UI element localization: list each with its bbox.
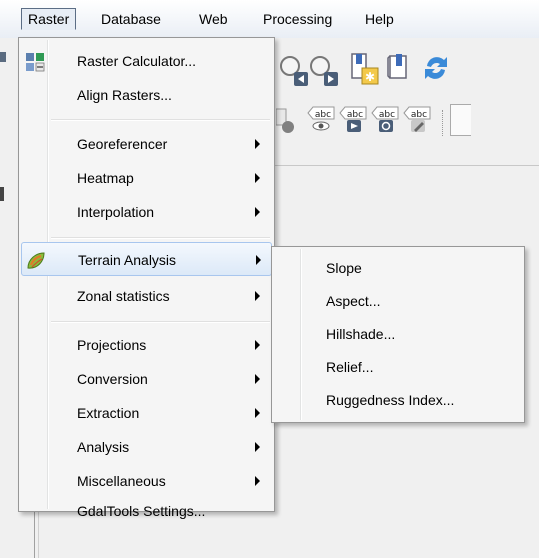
svg-text:abc: abc xyxy=(379,110,395,120)
menu-item-extraction[interactable]: Extraction xyxy=(21,396,272,430)
terrain-analysis-submenu: Slope Aspect... Hillshade... Relief... R… xyxy=(271,246,525,423)
menu-item-label: Align Rasters... xyxy=(77,87,172,103)
menu-item-label: Conversion xyxy=(77,371,148,387)
menu-web[interactable]: Web xyxy=(193,8,234,30)
menu-separator xyxy=(51,119,270,121)
menu-item-raster-calculator[interactable]: Raster Calculator... xyxy=(21,44,272,78)
raster-menu: Raster Calculator... Align Rasters... Ge… xyxy=(18,37,275,519)
submenu-arrow-icon xyxy=(255,340,260,350)
submenu-arrow-icon xyxy=(256,255,261,265)
menu-item-label: Zonal statistics xyxy=(77,288,170,304)
submenu-item-slope[interactable]: Slope xyxy=(274,251,522,285)
menu-raster[interactable]: Raster xyxy=(21,8,77,30)
menu-item-label: Projections xyxy=(77,337,147,353)
menu-item-zonal-statistics[interactable]: Zonal statistics xyxy=(21,279,272,313)
raster-calculator-icon xyxy=(26,53,45,72)
menu-processing[interactable]: Processing xyxy=(257,8,338,30)
menu-item-label: Miscellaneous xyxy=(77,473,166,489)
menu-item-align-rasters[interactable]: Align Rasters... xyxy=(21,78,272,112)
submenu-item-label: Aspect... xyxy=(326,293,381,309)
submenu-item-label: Ruggedness Index... xyxy=(326,392,455,408)
menu-separator xyxy=(51,321,270,323)
submenu-item-label: Slope xyxy=(326,260,362,276)
menu-item-label: GdalTools Settings... xyxy=(77,503,206,519)
submenu-item-hillshade[interactable]: Hillshade... xyxy=(274,317,522,351)
menu-item-label: Extraction xyxy=(77,405,140,421)
show-hide-labels-icon[interactable]: abc xyxy=(306,104,336,136)
toolbar-separator xyxy=(442,110,444,136)
menu-help[interactable]: Help xyxy=(359,8,400,30)
menu-item-label: Terrain Analysis xyxy=(78,252,177,268)
rotate-label-icon[interactable]: abc xyxy=(370,104,400,136)
submenu-arrow-icon xyxy=(255,374,260,384)
menu-item-label: Georeferencer xyxy=(77,136,168,152)
toolbar-partial-icon xyxy=(450,104,471,136)
submenu-item-ruggedness-index[interactable]: Ruggedness Index... xyxy=(274,383,522,417)
submenu-item-label: Hillshade... xyxy=(326,326,396,342)
move-label-icon[interactable]: abc xyxy=(338,104,368,136)
svg-text:abc: abc xyxy=(411,110,427,120)
menu-item-projections[interactable]: Projections xyxy=(21,328,272,362)
toolbar-bottom-divider xyxy=(268,165,539,166)
refresh-icon[interactable] xyxy=(420,52,452,84)
new-bookmark-icon[interactable]: ✱ xyxy=(348,52,380,86)
menu-database[interactable]: Database xyxy=(95,8,167,30)
menu-item-gdaltools-settings[interactable]: GdalTools Settings... xyxy=(21,496,272,519)
menu-item-terrain-analysis[interactable]: Terrain Analysis xyxy=(21,242,272,276)
svg-text:abc: abc xyxy=(347,110,363,120)
submenu-arrow-icon xyxy=(255,476,260,486)
change-label-icon[interactable]: abc xyxy=(402,104,432,136)
submenu-arrow-icon xyxy=(255,408,260,418)
submenu-item-label: Relief... xyxy=(326,359,374,375)
menu-item-georeferencer[interactable]: Georeferencer xyxy=(21,127,272,161)
menu-item-miscellaneous[interactable]: Miscellaneous xyxy=(21,464,272,498)
svg-text:✱: ✱ xyxy=(365,70,375,84)
submenu-arrow-icon xyxy=(255,207,260,217)
pin-labels-icon[interactable] xyxy=(276,107,296,135)
submenu-arrow-icon xyxy=(255,442,260,452)
menubar: Raster Database Web Processing Help xyxy=(0,0,539,38)
svg-text:abc: abc xyxy=(315,110,331,120)
menu-separator xyxy=(51,237,270,239)
zoom-to-next-icon[interactable] xyxy=(306,52,338,88)
menu-item-conversion[interactable]: Conversion xyxy=(21,362,272,396)
menu-item-label: Heatmap xyxy=(77,170,134,186)
menu-item-heatmap[interactable]: Heatmap xyxy=(21,161,272,195)
submenu-arrow-icon xyxy=(255,291,260,301)
submenu-arrow-icon xyxy=(255,173,260,183)
zoom-to-previous-icon[interactable] xyxy=(278,52,308,88)
menu-item-analysis[interactable]: Analysis xyxy=(21,430,272,464)
menu-item-label: Analysis xyxy=(77,439,130,455)
menu-item-label: Raster Calculator... xyxy=(77,53,197,69)
terrain-analysis-icon xyxy=(27,252,45,269)
menu-item-interpolation[interactable]: Interpolation xyxy=(21,195,272,229)
show-bookmarks-icon[interactable] xyxy=(384,52,414,84)
submenu-item-aspect[interactable]: Aspect... xyxy=(274,284,522,318)
submenu-item-relief[interactable]: Relief... xyxy=(274,350,522,384)
submenu-arrow-icon xyxy=(255,139,260,149)
toolbar-handle xyxy=(0,52,6,62)
menu-item-label: Interpolation xyxy=(77,204,155,220)
panel-edge-marker xyxy=(0,187,4,201)
